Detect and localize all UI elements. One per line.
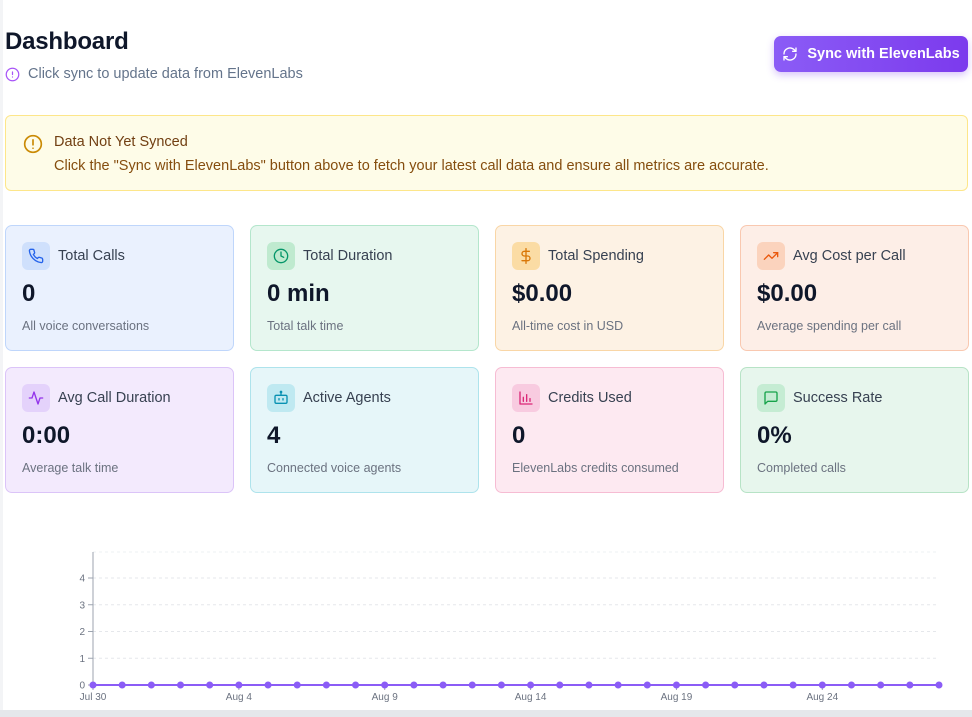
subtitle-text: Click sync to update data from ElevenLab… (28, 66, 303, 82)
y-tick-label: 2 (79, 627, 85, 638)
refresh-icon (783, 47, 798, 61)
info-circle-icon (5, 67, 20, 81)
phone-icon (22, 242, 50, 270)
stat-label: Credits Used (548, 390, 632, 406)
page-title: Dashboard (5, 28, 129, 55)
stat-label: Total Spending (548, 248, 644, 264)
stat-label: Total Calls (58, 248, 125, 264)
data-point (731, 681, 739, 689)
stat-card-avg-cost: Avg Cost per Call $0.00 Average spending… (740, 225, 969, 351)
chart-svg: 0 1 2 3 4 Jul 30 Aug 4 Aug 9 Aug 14 Aug 19 Aug 24 (79, 551, 943, 703)
stat-value: 0% (757, 422, 792, 449)
horizontal-scrollbar[interactable] (0, 710, 972, 717)
data-point (177, 681, 185, 689)
x-tick-label: Aug 9 (372, 692, 399, 703)
y-tick-label: 4 (79, 574, 85, 585)
data-point (935, 681, 943, 689)
trending-up-icon (757, 242, 785, 270)
data-point (381, 681, 389, 689)
stat-value: 0:00 (22, 422, 71, 449)
stat-card-total-duration: Total Duration 0 min Total talk time (250, 225, 479, 351)
stat-value: $0.00 (512, 280, 573, 307)
bar-chart-icon (512, 384, 540, 412)
data-point (352, 681, 360, 689)
data-point (293, 681, 301, 689)
page-header: Dashboard Click sync to update data from… (5, 28, 303, 82)
alert-title: Data Not Yet Synced (54, 134, 188, 150)
stat-card-success-rate: Success Rate 0% Completed calls (740, 367, 969, 493)
data-point (147, 681, 155, 689)
stat-description: ElevenLabs credits consumed (512, 461, 679, 475)
stat-card-credits-used: Credits Used 0 ElevenLabs credits consum… (495, 367, 724, 493)
data-point (206, 681, 214, 689)
bot-icon (267, 384, 295, 412)
stat-label: Avg Cost per Call (793, 248, 906, 264)
stat-value: 0 (512, 422, 526, 449)
stat-description: All voice conversations (22, 319, 150, 333)
stat-card-total-calls: Total Calls 0 All voice conversations (5, 225, 234, 351)
data-point (614, 681, 622, 689)
y-tick-label: 3 (79, 600, 85, 611)
data-point (847, 681, 855, 689)
data-point (585, 681, 593, 689)
stat-card-active-agents: Active Agents 4 Connected voice agents (250, 367, 479, 493)
stat-label: Active Agents (303, 390, 391, 406)
stat-description: Connected voice agents (267, 461, 402, 475)
stat-card-avg-call-duration: Avg Call Duration 0:00 Average talk time (5, 367, 234, 493)
sync-alert: Data Not Yet Synced Click the "Sync with… (5, 115, 968, 191)
data-point (877, 681, 885, 689)
calls-chart: 0 1 2 3 4 Jul 30 Aug 4 Aug 9 Aug 14 Aug 19 Aug 24 (0, 540, 972, 717)
data-point (643, 681, 651, 689)
stat-description: Average talk time (22, 461, 119, 475)
x-tick-label: Jul 30 (80, 692, 107, 703)
stat-value: 0 min (267, 280, 330, 307)
data-point (118, 681, 126, 689)
y-tick-label: 1 (79, 654, 85, 665)
data-point (527, 681, 535, 689)
data-point (906, 681, 914, 689)
stat-label: Avg Call Duration (58, 390, 171, 406)
clock-icon (267, 242, 295, 270)
x-tick-label: Aug 4 (226, 692, 253, 703)
sync-button[interactable]: Sync with ElevenLabs (774, 36, 968, 72)
stat-description: Total talk time (267, 319, 344, 333)
alert-circle-icon (23, 134, 43, 154)
stat-value: 0 (22, 280, 36, 307)
data-point (468, 681, 476, 689)
subtitle: Click sync to update data from ElevenLab… (5, 66, 303, 82)
y-tick-label: 0 (79, 681, 85, 692)
stat-description: All-time cost in USD (512, 319, 624, 333)
data-point (410, 681, 418, 689)
data-point (789, 681, 797, 689)
message-square-icon (757, 384, 785, 412)
stat-label: Total Duration (303, 248, 393, 264)
data-point (818, 681, 826, 689)
data-point (264, 681, 272, 689)
data-point (760, 681, 768, 689)
x-tick-label: Aug 14 (515, 692, 547, 703)
dollar-icon (512, 242, 540, 270)
stat-value: 4 (267, 422, 281, 449)
data-point (497, 681, 505, 689)
stat-label: Success Rate (793, 390, 883, 406)
x-tick-label: Aug 24 (806, 692, 838, 703)
data-point (556, 681, 564, 689)
x-tick-label: Aug 19 (661, 692, 693, 703)
alert-message: Click the "Sync with ElevenLabs" button … (54, 158, 769, 174)
data-point (702, 681, 710, 689)
data-point (89, 681, 97, 689)
data-point (235, 681, 243, 689)
data-point (322, 681, 330, 689)
sync-button-label: Sync with ElevenLabs (807, 46, 960, 62)
stat-card-total-spending: Total Spending $0.00 All-time cost in US… (495, 225, 724, 351)
stat-description: Average spending per call (757, 319, 902, 333)
stat-value: $0.00 (757, 280, 818, 307)
data-point (672, 681, 680, 689)
stat-description: Completed calls (757, 461, 846, 475)
activity-icon (22, 384, 50, 412)
data-point (439, 681, 447, 689)
